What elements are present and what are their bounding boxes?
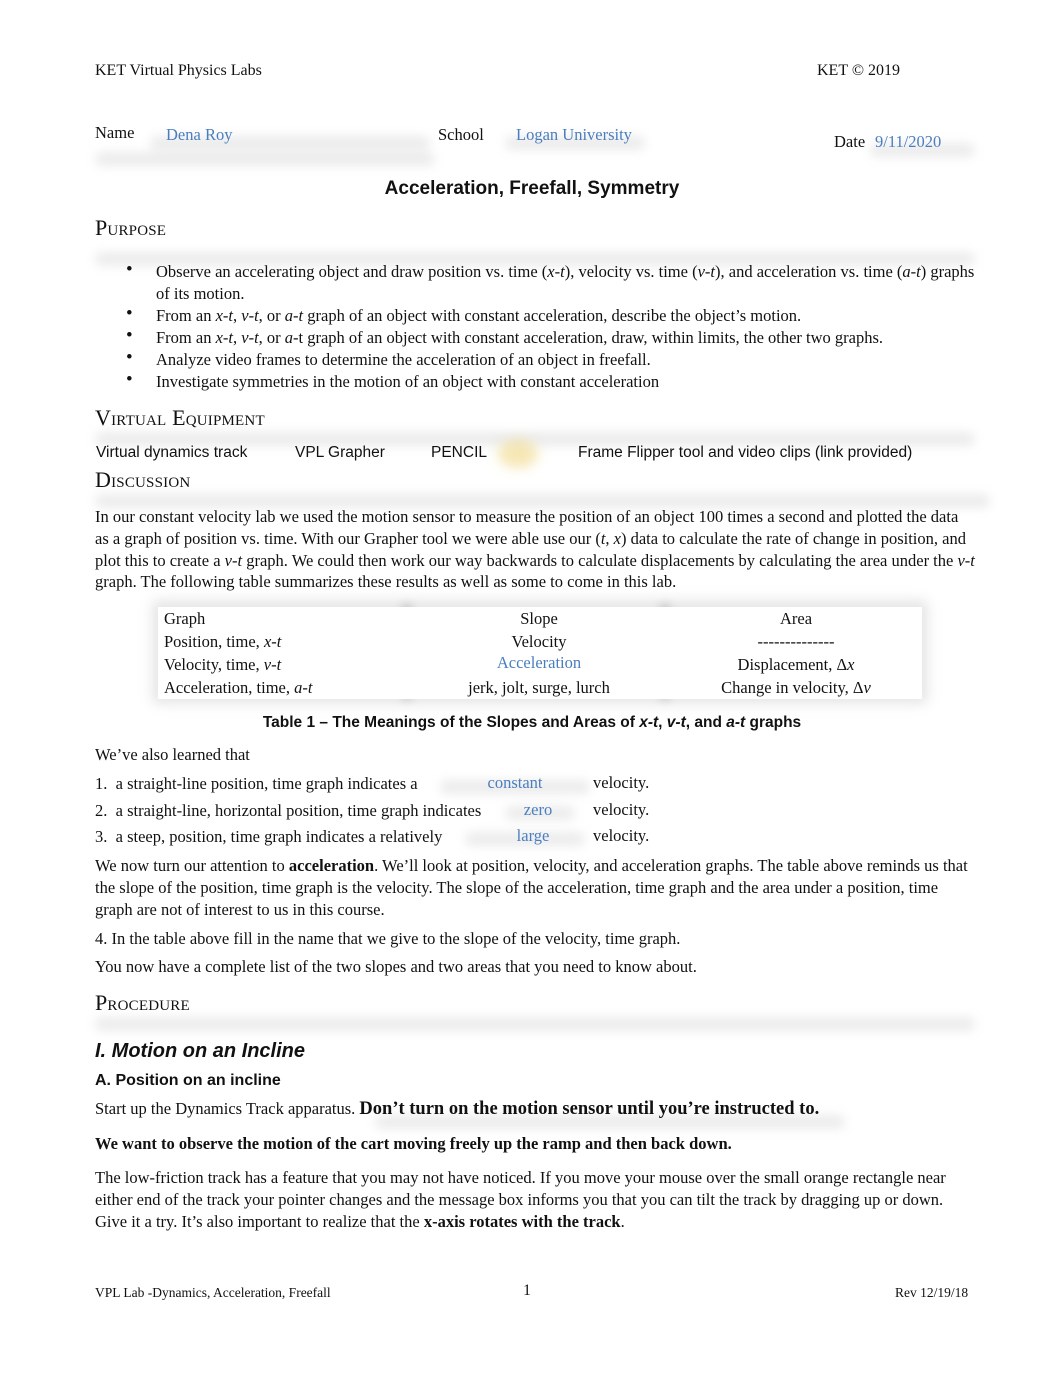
footer-left: VPL Lab -Dynamics, Acceleration, Freefal… — [95, 1285, 331, 1300]
section-heading: I. Motion on an Incline — [95, 1040, 305, 1062]
table-cell: Position, time, x-t — [158, 630, 408, 653]
equipment-item: Virtual dynamics track — [96, 444, 248, 461]
name-field[interactable]: Dena Roy — [166, 125, 232, 145]
table-cell: Change in velocity, Δv — [670, 676, 922, 699]
learned-intro: We’ve also learned that — [95, 745, 250, 764]
doc-header-right: KET © 2019 — [817, 62, 900, 79]
learned-suffix: velocity. — [593, 826, 650, 845]
equipment-item: PENCIL — [431, 444, 487, 461]
table-cell: Displacement, Δx — [670, 653, 922, 676]
learned-item: 1. a straight-line position, time graph … — [95, 774, 418, 793]
footer-right: Rev 12/19/18 — [895, 1285, 969, 1300]
learned-item: 2. a straight-line, horizontal position,… — [95, 801, 482, 820]
name-underline-shade — [95, 152, 435, 166]
purpose-item: From an x-t, v-t, or a-t graph of an obj… — [95, 303, 975, 327]
pencil-icon — [498, 440, 538, 468]
meanings-table: Graph Slope Area Position, time, x-t Vel… — [158, 607, 922, 699]
discussion-intro: In our constant velocity lab we used the… — [95, 507, 975, 592]
observe-instruction: We want to observe the motion of the car… — [95, 1134, 732, 1153]
table-row: Velocity, time, v-t Acceleration Displac… — [158, 653, 922, 676]
page-title: Acceleration, Freefall, Symmetry — [384, 178, 680, 199]
acceleration-paragraph: We now turn our attention to acceleratio… — [95, 856, 968, 919]
purpose-item: From an x-t, v-t, or a-t graph of an obj… — [95, 325, 975, 349]
table-cell: Acceleration, time, a-t — [158, 676, 408, 699]
table-row: Acceleration, time, a-t jerk, jolt, surg… — [158, 676, 922, 699]
start-instruction: Start up the Dynamics Track apparatus. D… — [95, 1099, 820, 1119]
discussion-heading: Discussion — [95, 467, 191, 492]
learned-suffix: velocity. — [593, 773, 650, 792]
slope-answer-field[interactable]: Acceleration — [408, 653, 670, 676]
answer-field-zero[interactable]: zero — [508, 800, 568, 820]
purpose-item: Observe an accelerating object and draw … — [95, 259, 975, 305]
equipment-item: VPL Grapher — [295, 444, 385, 461]
learned-suffix: velocity. — [593, 800, 650, 819]
school-field[interactable]: Logan University — [516, 125, 632, 145]
answer-field-large[interactable]: large — [503, 826, 563, 846]
date-label: Date — [834, 132, 866, 151]
table-cell: -------------- — [670, 630, 922, 653]
learned-item: 3. a steep, position, time graph indicat… — [95, 827, 443, 846]
table-cell: jerk, jolt, surge, lurch — [408, 676, 670, 699]
table-caption: Table 1 – The Meanings of the Slopes and… — [262, 714, 802, 731]
table-header: Graph — [158, 607, 408, 630]
purpose-heading: Purpose — [95, 215, 167, 240]
name-label: Name — [95, 123, 135, 142]
school-label: School — [438, 125, 484, 144]
equipment-heading: Virtual Equipment — [95, 405, 265, 430]
meanings-table-container: Graph Slope Area Position, time, x-t Vel… — [152, 600, 928, 704]
table-header: Area — [670, 607, 922, 630]
track-paragraph: The low-friction track has a feature tha… — [95, 1168, 946, 1231]
purpose-item: Investigate symmetries in the motion of … — [95, 369, 975, 393]
doc-header-left: KET Virtual Physics Labs — [95, 62, 262, 79]
table-row: Position, time, x-t Velocity -----------… — [158, 630, 922, 653]
table-header: Slope — [408, 607, 670, 630]
date-field[interactable]: 9/11/2020 — [875, 132, 941, 152]
table-cell: Velocity, time, v-t — [158, 653, 408, 676]
procedure-heading: Procedure — [95, 990, 190, 1015]
procedure-heading-shade — [95, 1017, 975, 1031]
discussion-summary: You now have a complete list of the two … — [95, 957, 697, 976]
question-4: 4. In the table above fill in the name t… — [95, 929, 681, 948]
answer-field-constant[interactable]: constant — [470, 773, 560, 793]
table-header-row: Graph Slope Area — [158, 607, 922, 630]
purpose-list: Observe an accelerating object and draw … — [95, 259, 975, 393]
subsection-heading: A. Position on an incline — [95, 1072, 281, 1089]
table-cell: Velocity — [408, 630, 670, 653]
page-number: 1 — [523, 1282, 531, 1299]
equipment-item: Frame Flipper tool and video clips (link… — [578, 444, 913, 461]
purpose-item: Analyze video frames to determine the ac… — [95, 347, 975, 371]
